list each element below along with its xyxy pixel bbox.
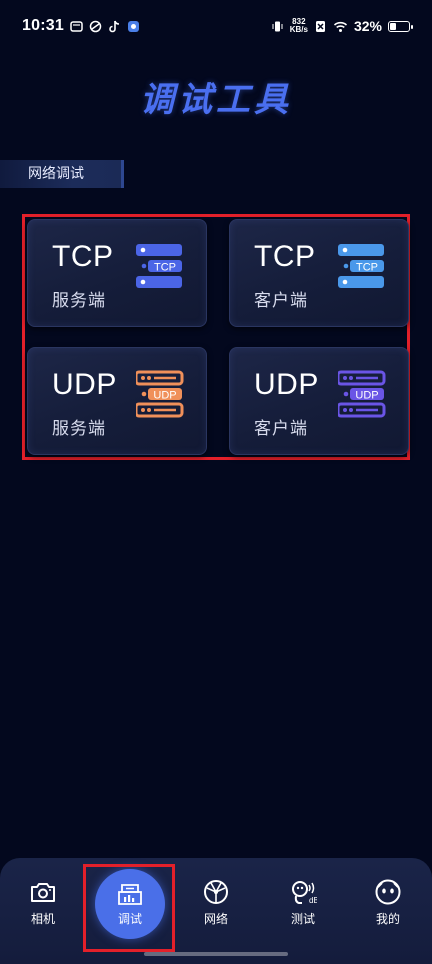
- nav-item-test[interactable]: dB 测试: [273, 858, 333, 948]
- card-protocol: TCP: [254, 240, 316, 273]
- section-label-network-debug: 网络调试: [0, 160, 124, 188]
- udp-server-card[interactable]: UDP 服务端 UDP: [27, 347, 207, 455]
- battery-icon: [388, 20, 413, 32]
- server-icon: TCP: [136, 244, 182, 288]
- server-icon-label: UDP: [355, 390, 378, 402]
- net-speed-unit: KB/s: [289, 25, 308, 34]
- server-icon: UDP: [136, 370, 184, 418]
- nav-label: 我的: [375, 912, 400, 926]
- nav-item-network[interactable]: 网络: [186, 858, 246, 948]
- nav-label: 相机: [30, 912, 55, 926]
- card-role: 客户端: [254, 419, 308, 439]
- vibrate-icon: [272, 21, 283, 31]
- battery-fill: [390, 22, 396, 30]
- page-title: 调试工具: [140, 80, 292, 120]
- home-indicator[interactable]: [144, 952, 288, 956]
- no-sim-icon: [315, 20, 325, 32]
- battery-percent: 32%: [353, 18, 382, 34]
- net-speed: 832 KB/s: [290, 18, 308, 34]
- tiktok-icon: [109, 20, 119, 32]
- nav-label: 网络: [203, 912, 228, 926]
- nav-item-camera[interactable]: 相机: [13, 858, 73, 948]
- card-protocol: TCP: [52, 240, 114, 273]
- card-role: 服务端: [52, 419, 106, 439]
- message-app-icon: [70, 20, 83, 32]
- svg-text:dB: dB: [309, 896, 317, 905]
- server-icon: TCP: [338, 244, 384, 288]
- network-globe-icon: [204, 880, 228, 904]
- card-protocol: UDP: [52, 368, 117, 401]
- server-icon-label: TCP: [154, 262, 176, 274]
- tcp-server-card[interactable]: TCP 服务端 TCP: [27, 219, 207, 327]
- app-grid-icon: [127, 20, 139, 32]
- status-left: 10:31: [22, 17, 140, 35]
- card-protocol: UDP: [254, 368, 319, 401]
- card-role: 服务端: [52, 291, 106, 311]
- nav-item-profile[interactable]: 我的: [358, 858, 418, 948]
- server-icon: UDP: [338, 370, 386, 418]
- nav-label: 测试: [290, 912, 315, 926]
- wifi-icon: [333, 21, 348, 32]
- udp-client-card[interactable]: UDP 客户端 UDP: [229, 347, 409, 455]
- profile-face-icon: [375, 879, 401, 905]
- active-tab-highlight: [83, 864, 175, 952]
- app-link-icon: [89, 20, 102, 32]
- server-icon-label: UDP: [153, 390, 176, 402]
- status-bar: 10:31 832 KB/s 32%: [0, 0, 432, 52]
- card-role: 客户端: [254, 291, 308, 311]
- status-time: 10:31: [22, 17, 64, 34]
- debug-tools-grid: TCP 服务端 TCP TCP 客户端 TCP UDP 服务端 UDP UDP …: [22, 214, 410, 460]
- bottom-nav: 相机 网络 dB 测试 我的: [0, 858, 432, 964]
- sound-test-icon: dB: [292, 881, 317, 905]
- status-right: 832 KB/s 32%: [271, 18, 413, 34]
- tcp-client-card[interactable]: TCP 客户端 TCP: [229, 219, 409, 327]
- server-icon-label: TCP: [356, 262, 378, 274]
- camera-icon: [31, 883, 55, 902]
